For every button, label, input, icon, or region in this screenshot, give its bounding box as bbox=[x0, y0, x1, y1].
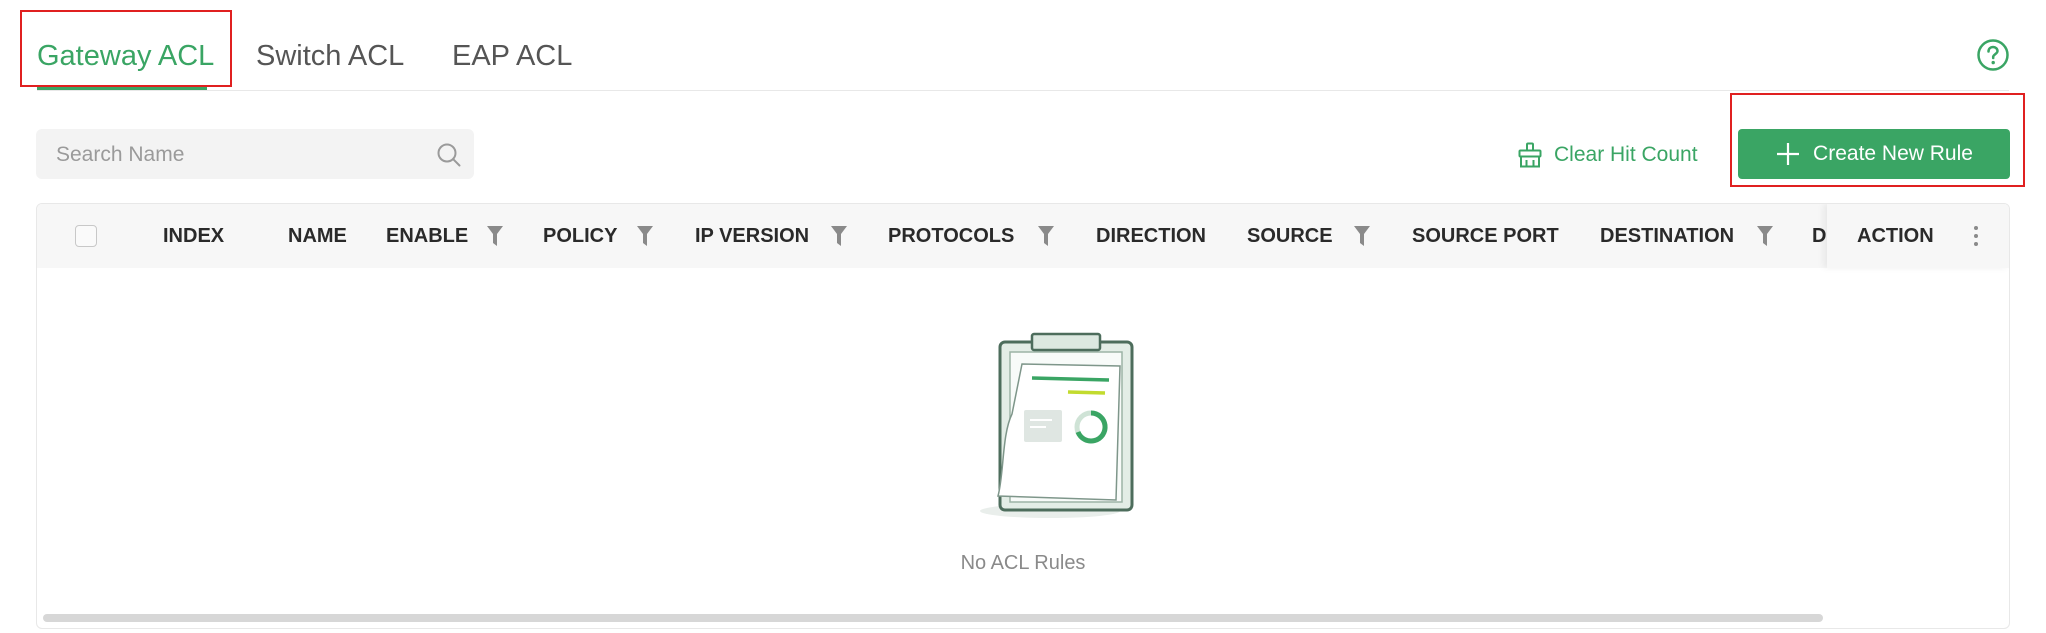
search-box[interactable] bbox=[36, 129, 474, 181]
filter-icon[interactable] bbox=[637, 226, 653, 246]
column-header-destination: DESTINATION bbox=[1600, 225, 1735, 247]
tab-switch-acl[interactable]: Switch ACL bbox=[256, 36, 404, 76]
acl-table: INDEX NAME ENABLE POLICY IP VERSION PROT… bbox=[36, 203, 2010, 629]
tabs-divider bbox=[37, 90, 2009, 91]
column-header-direction: DIRECTION bbox=[1096, 225, 1206, 247]
empty-state-message: No ACL Rules bbox=[960, 552, 1086, 574]
filter-icon[interactable] bbox=[1354, 226, 1370, 246]
action-column-header: ACTION bbox=[1827, 204, 2009, 268]
clear-hit-count-button[interactable]: Clear Hit Count bbox=[1516, 136, 1698, 174]
column-header-source: SOURCE bbox=[1247, 225, 1333, 247]
filter-icon[interactable] bbox=[487, 226, 503, 246]
column-header-action: ACTION bbox=[1857, 225, 1934, 247]
column-header-ip-version: IP VERSION bbox=[695, 225, 810, 247]
filter-icon[interactable] bbox=[831, 226, 847, 246]
plus-icon bbox=[1777, 143, 1800, 165]
create-new-rule-label: Create New Rule bbox=[1813, 142, 1973, 165]
select-all-checkbox[interactable] bbox=[75, 225, 97, 247]
horizontal-scrollbar[interactable] bbox=[43, 614, 1823, 622]
tab-eap-acl[interactable]: EAP ACL bbox=[452, 36, 572, 76]
empty-clipboard-icon bbox=[980, 332, 1134, 518]
column-header-index: INDEX bbox=[163, 225, 225, 247]
more-vertical-icon[interactable] bbox=[1971, 222, 1981, 250]
clear-hit-count-label: Clear Hit Count bbox=[1554, 143, 1698, 166]
column-header-policy: POLICY bbox=[543, 225, 618, 247]
search-input[interactable] bbox=[54, 129, 428, 181]
filter-icon[interactable] bbox=[1757, 226, 1773, 246]
column-header-name: NAME bbox=[288, 225, 347, 247]
column-header-truncated: D bbox=[1812, 225, 1827, 247]
create-new-rule-button[interactable]: Create New Rule bbox=[1738, 129, 2010, 179]
tab-gateway-acl[interactable]: Gateway ACL bbox=[37, 36, 214, 76]
truncated-column-clip: D bbox=[1812, 204, 1828, 268]
column-header-source-port: SOURCE PORT bbox=[1412, 225, 1559, 247]
column-header-protocols: PROTOCOLS bbox=[888, 225, 1015, 247]
column-header-enable: ENABLE bbox=[386, 225, 469, 247]
broom-icon bbox=[1518, 142, 1542, 168]
help-circle-icon[interactable] bbox=[1976, 38, 2010, 72]
filter-icon[interactable] bbox=[1038, 226, 1054, 246]
search-icon[interactable] bbox=[436, 142, 462, 168]
table-header: INDEX NAME ENABLE POLICY IP VERSION PROT… bbox=[37, 204, 2009, 268]
